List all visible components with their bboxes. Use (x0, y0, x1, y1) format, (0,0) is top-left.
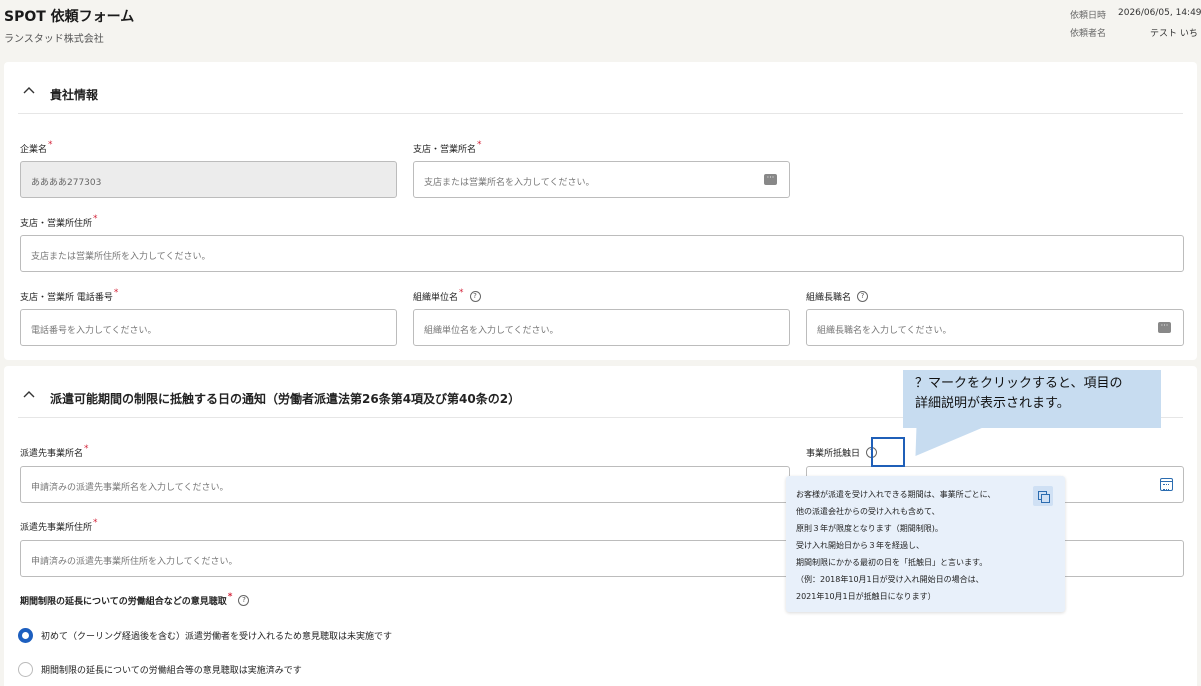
company-info-header[interactable]: 貴社情報 (18, 62, 1183, 114)
required-mark: * (48, 139, 53, 150)
section-title: 派遣可能期間の制限に抵触する日の通知（労働者派遣法第26条第4項及び第40条の2… (50, 392, 521, 406)
required-mark: * (84, 443, 89, 454)
label-text: 組織長職名 (806, 293, 852, 303)
radio-option-held[interactable]: 期間制限の延長についての労働組合等の意見聴取は実施済みです (18, 662, 302, 677)
label-text: 派遣先事業所住所 (20, 523, 93, 533)
branch-name-placeholder: 支店または営業所名を入力してください。 (424, 178, 595, 188)
page-header: SPOT 依頼フォーム ランスタッド株式会社 依頼日時 2026/06/05, … (0, 0, 1201, 58)
tooltip-line: 受け入れ開始日から３年を経過し、 (796, 541, 924, 550)
ellipsis-icon[interactable]: ··· (764, 174, 777, 185)
phone-placeholder: 電話番号を入力してください。 (31, 326, 157, 336)
help-tooltip: お客様が派遣を受け入れできる期間は、事業所ごとに、 他の派遣会社からの受け入れも… (786, 476, 1065, 612)
branch-name-input[interactable]: 支店または営業所名を入力してください。 ··· (413, 161, 790, 198)
required-mark: * (93, 213, 98, 224)
company-name-value: ああああ277303 (31, 178, 102, 188)
copy-icon[interactable] (1033, 486, 1053, 506)
tooltip-line: 他の派遣会社からの受け入れも含めて、 (796, 507, 940, 516)
tooltip-line: 2021年10月1日が抵触日になります） (796, 592, 936, 601)
company-name-field: ああああ277303 (20, 161, 397, 198)
callout-line2: 詳細説明が表示されます。 (915, 396, 1070, 411)
required-mark: * (477, 139, 482, 150)
label-text: 組織単位名 (413, 293, 459, 303)
org-unit-label: 組織単位名 *? (413, 287, 481, 303)
tooltip-line: お客様が派遣を受け入れできる期間は、事業所ごとに、 (796, 490, 996, 499)
chevron-up-icon[interactable] (22, 84, 36, 98)
label-text: 支店・営業所名 (413, 145, 477, 155)
org-head-placeholder: 組織長職名を入力してください。 (817, 326, 952, 336)
chevron-up-icon[interactable] (22, 388, 36, 402)
ellipsis-icon[interactable]: ··· (1158, 322, 1171, 333)
label-text: 事業所抵触日 (806, 449, 861, 459)
tooltip-line: 原則３年が限度となります（期間制限)。 (796, 524, 943, 533)
dispatch-office-input[interactable]: 申請済みの派遣先事業所名を入力してください。 (20, 466, 790, 503)
dispatch-address-placeholder: 申請済みの派遣先事業所住所を入力してください。 (31, 557, 238, 567)
request-date-value: 2026/06/05, 14:49 (1118, 8, 1201, 18)
org-head-input[interactable]: 組織長職名を入力してください。 ··· (806, 309, 1184, 346)
org-unit-placeholder: 組織単位名を入力してください。 (424, 326, 559, 336)
org-head-label: 組織長職名? (806, 290, 869, 303)
company-name: ランスタッド株式会社 (4, 34, 104, 45)
label-text: 企業名 (20, 145, 48, 155)
branch-address-placeholder: 支店または営業所住所を入力してください。 (31, 252, 211, 262)
app-title: SPOT 依頼フォーム (4, 9, 135, 25)
required-mark: * (459, 287, 464, 298)
radio-label: 期間制限の延長についての労働組合等の意見聴取は実施済みです (41, 666, 302, 676)
tooltip-line: （例：2018年10月1日が受け入れ開始日の場合は、 (796, 575, 984, 584)
request-date-label: 依頼日時 (1070, 11, 1107, 21)
section-title: 貴社情報 (50, 88, 99, 102)
label-text: 期間制限の延長についての労働組合などの意見聴取 (20, 597, 227, 607)
highlight-box (871, 437, 905, 467)
requester-value: テスト いち (1150, 29, 1198, 39)
question-circle-icon[interactable]: ? (469, 291, 481, 302)
conflict-date-label: 事業所抵触日? (806, 446, 878, 459)
callout-line1: ？マークをクリックすると、項目の (915, 376, 1123, 391)
dispatch-office-label: 派遣先事業所名 * (20, 443, 89, 460)
question-circle-icon[interactable]: ? (857, 291, 869, 302)
phone-input[interactable]: 電話番号を入力してください。 (20, 309, 397, 346)
branch-address-label: 支店・営業所住所 * (20, 213, 98, 230)
phone-label: 支店・営業所 電話番号 * (20, 287, 119, 304)
company-name-label: 企業名 * (20, 139, 53, 156)
required-mark: * (93, 517, 98, 528)
org-unit-input[interactable]: 組織単位名を入力してください。 (413, 309, 790, 346)
radio-label: 初めて（クーリング経過後を含む）派遣労働者を受け入れるため意見聴取は未実施です (41, 632, 393, 642)
label-text: 支店・営業所 電話番号 (20, 293, 113, 303)
radio-button[interactable] (18, 628, 33, 643)
label-text: 派遣先事業所名 (20, 449, 84, 459)
branch-name-label: 支店・営業所名 * (413, 139, 482, 156)
dispatch-office-placeholder: 申請済みの派遣先事業所名を入力してください。 (31, 483, 229, 493)
radio-button[interactable] (18, 662, 33, 677)
required-mark: * (227, 591, 233, 602)
dispatch-address-label: 派遣先事業所住所 * (20, 517, 98, 534)
calendar-icon[interactable] (1160, 478, 1173, 491)
requester-label: 依頼者名 (1070, 29, 1107, 39)
help-callout: ？マークをクリックすると、項目の 詳細説明が表示されます。 (903, 370, 1161, 428)
company-info-section: 貴社情報 企業名 * ああああ277303 支店・営業所名 * 支店または営業所名を… (4, 62, 1197, 360)
hearing-label: 期間制限の延長についての労働組合などの意見聴取 *? (20, 591, 250, 607)
tooltip-line: 期間制限にかかる最初の日を「抵触日」と言います。 (796, 558, 988, 567)
question-circle-icon[interactable]: ? (238, 595, 250, 606)
branch-address-input[interactable]: 支店または営業所住所を入力してください。 (20, 235, 1184, 272)
label-text: 支店・営業所住所 (20, 219, 93, 229)
radio-option-not-held[interactable]: 初めて（クーリング経過後を含む）派遣労働者を受け入れるため意見聴取は未実施です (18, 628, 392, 643)
required-mark: * (113, 287, 119, 298)
